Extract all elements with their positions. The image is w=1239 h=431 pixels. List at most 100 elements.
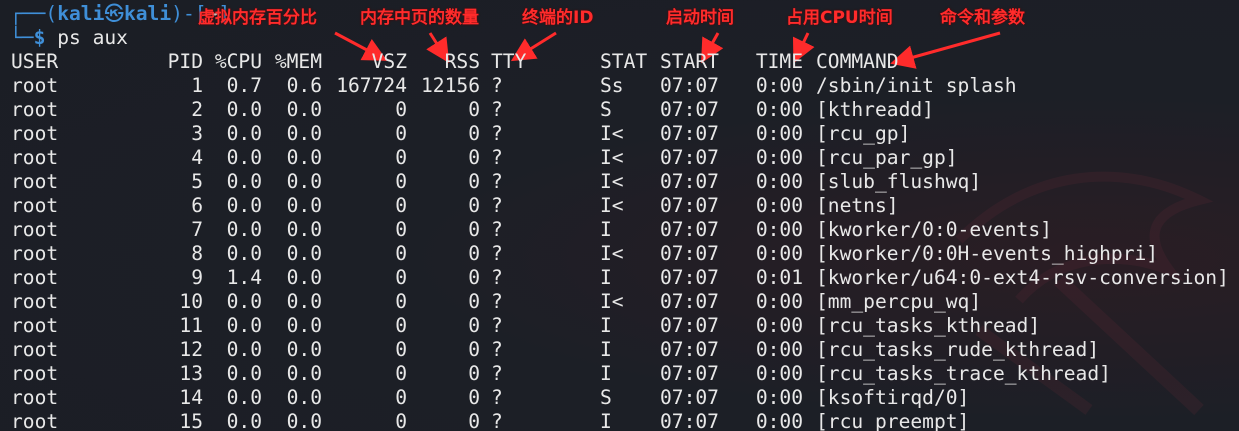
cell-stat: Ss (600, 74, 624, 97)
cell-vsz: 0 (395, 242, 407, 265)
cell-rss: 0 (468, 242, 480, 265)
cell-rss: 0 (468, 146, 480, 169)
cell-command: [slub_flushwq] (816, 170, 982, 193)
cell-vsz: 0 (395, 410, 407, 431)
cell-mem: 0.0 (286, 170, 322, 193)
cell-user: root (11, 170, 59, 193)
cell-stat: I (600, 410, 612, 431)
cell-time: 0:00 (755, 194, 803, 217)
cell-command: [ksoftirqd/0] (816, 386, 970, 409)
cell-time: 0:00 (755, 74, 803, 97)
cell-start: 07:07 (660, 410, 719, 431)
cell-user: root (11, 242, 59, 265)
cell-user: root (11, 266, 59, 289)
cell-vsz: 0 (395, 98, 407, 121)
cell-start: 07:07 (660, 218, 719, 241)
cell-command: /sbin/init splash (816, 74, 1017, 97)
cell-user: root (11, 98, 59, 121)
header-tty: TTY (491, 50, 527, 73)
cell-start: 07:07 (660, 266, 719, 289)
cell-tty: ? (491, 122, 503, 145)
terminal-window[interactable]: ┌──(kali㉿kali)-[~] └─$ ps aux 虚拟内存百分比 内存… (0, 0, 1239, 431)
cell-command: [kworker/0:0-events] (816, 218, 1052, 241)
cell-cpu: 0.0 (226, 170, 262, 193)
cell-user: root (11, 74, 59, 97)
cell-tty: ? (491, 170, 503, 193)
cell-time: 0:00 (755, 362, 803, 385)
cell-vsz: 0 (395, 218, 407, 241)
prompt-command-line[interactable]: └─$ ps aux (10, 26, 128, 50)
cell-mem: 0.0 (286, 362, 322, 385)
cell-vsz: 0 (395, 314, 407, 337)
cell-time: 0:00 (755, 170, 803, 193)
cell-cpu: 0.0 (226, 122, 262, 145)
cell-tty: ? (491, 74, 503, 97)
cell-stat: S (600, 386, 612, 409)
cell-cpu: 0.0 (226, 362, 262, 385)
cell-cpu: 0.0 (226, 410, 262, 431)
cell-tty: ? (491, 410, 503, 431)
cell-stat: S (600, 98, 612, 121)
table-row: root 1 0.7 0.6 167724 12156? Ss 07:07 0:00/sbin/… (0, 74, 1239, 98)
cell-cpu: 0.0 (226, 314, 262, 337)
cell-cpu: 0.0 (226, 290, 262, 313)
cell-rss: 0 (468, 290, 480, 313)
cell-cpu: 0.0 (226, 194, 262, 217)
header-vsz: VSZ (371, 50, 407, 73)
table-row: root 7 0.0 0.0 0 0? I 07:07 0:00 [kworker/0:0-eve… (0, 218, 1239, 242)
annotation-rss: 内存中页的数量 (360, 8, 479, 28)
cell-rss: 0 (468, 362, 480, 385)
cell-rss: 0 (468, 314, 480, 337)
cell-time: 0:00 (755, 98, 803, 121)
cell-command: [rcu_par_gp] (816, 146, 958, 169)
cell-command: [rcu_tasks_rude_kthread] (816, 338, 1100, 361)
cell-start: 07:07 (660, 314, 719, 337)
cell-user: root (11, 410, 59, 431)
cell-tty: ? (491, 146, 503, 169)
cell-start: 07:07 (660, 194, 719, 217)
cell-pid: 5 (191, 170, 203, 193)
table-row: root 10 0.0 0.0 0 0? I< 07:07 0:00 [mm_percpu_wq] (0, 290, 1239, 314)
cell-tty: ? (491, 266, 503, 289)
header-cpu: %CPU (214, 50, 262, 73)
table-row: root 3 0.0 0.0 0 0? I< 07:07 0:00 [rcu_gp] (0, 122, 1239, 146)
cell-tty: ? (491, 362, 503, 385)
cell-rss: 0 (468, 410, 480, 431)
cell-rss: 0 (468, 98, 480, 121)
table-row: root 2 0.0 0.0 0 0? S 07:07 0:00 [kthreadd] (0, 98, 1239, 122)
cell-rss: 0 (468, 194, 480, 217)
cell-stat: I< (600, 170, 624, 193)
cell-vsz: 0 (395, 266, 407, 289)
cell-pid: 7 (191, 218, 203, 241)
cell-tty: ? (491, 386, 503, 409)
cell-user: root (11, 194, 59, 217)
cell-pid: 14 (179, 386, 203, 409)
cell-stat: I (600, 266, 612, 289)
cell-user: root (11, 290, 59, 313)
cell-time: 0:00 (755, 386, 803, 409)
cell-stat: I< (600, 290, 624, 313)
cell-pid: 3 (191, 122, 203, 145)
entered-command: ps aux (57, 26, 128, 49)
cell-pid: 4 (191, 146, 203, 169)
cell-mem: 0.0 (286, 242, 322, 265)
cell-cpu: 1.4 (226, 266, 262, 289)
cell-tty: ? (491, 98, 503, 121)
cell-command: [mm_percpu_wq] (816, 290, 982, 313)
cell-mem: 0.0 (286, 386, 322, 409)
cell-user: root (11, 338, 59, 361)
cell-pid: 12 (179, 338, 203, 361)
cell-pid: 15 (179, 410, 203, 431)
table-row: root 9 1.4 0.0 0 0? I 07:07 0:01 [kworker/u64:0-e… (0, 266, 1239, 290)
cell-vsz: 0 (395, 146, 407, 169)
cell-start: 07:07 (660, 386, 719, 409)
cell-mem: 0.0 (286, 266, 322, 289)
cell-stat: I (600, 362, 612, 385)
cell-mem: 0.0 (286, 290, 322, 313)
cell-mem: 0.0 (286, 338, 322, 361)
cell-mem: 0.6 (286, 74, 322, 97)
cell-pid: 1 (191, 74, 203, 97)
cell-time: 0:00 (755, 410, 803, 431)
cell-stat: I< (600, 194, 624, 217)
prompt-host: kali (123, 2, 172, 25)
